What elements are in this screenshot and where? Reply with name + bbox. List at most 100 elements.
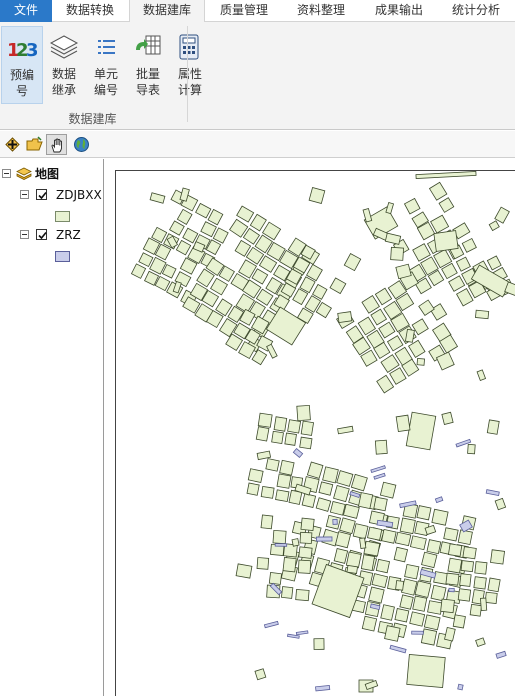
collapse-toggle[interactable] — [2, 169, 11, 178]
building-polygon[interactable] — [370, 465, 386, 473]
open-folder-button[interactable] — [24, 134, 45, 155]
parcel-polygon[interactable] — [428, 181, 448, 201]
parcel-polygon[interactable] — [360, 554, 376, 572]
parcel-polygon[interactable] — [337, 425, 354, 435]
parcel-polygon[interactable] — [276, 473, 292, 489]
tab-materials[interactable]: 资料整理 — [284, 0, 358, 22]
building-polygon[interactable] — [332, 518, 338, 525]
parcel-polygon[interactable] — [444, 626, 456, 642]
parcel-polygon[interactable] — [176, 208, 193, 225]
parcel-polygon[interactable] — [361, 615, 378, 632]
parcel-polygon[interactable] — [333, 548, 349, 564]
parcel-polygon[interactable] — [429, 303, 448, 321]
parcel-polygon[interactable] — [265, 458, 280, 472]
unit-number-button[interactable]: 单元 编号 — [85, 26, 127, 104]
building-polygon[interactable] — [373, 472, 386, 480]
building-polygon[interactable] — [295, 630, 309, 636]
parcel-polygon[interactable] — [433, 230, 459, 252]
parcel-polygon[interactable] — [275, 489, 290, 503]
parcel-polygon[interactable] — [416, 505, 432, 521]
building-polygon[interactable] — [389, 644, 407, 654]
parcel-polygon[interactable] — [242, 227, 261, 245]
map-canvas[interactable] — [116, 171, 515, 696]
tab-database-build[interactable]: 数据建库 — [129, 0, 205, 23]
parcel-polygon[interactable] — [445, 572, 460, 586]
parcel-polygon[interactable] — [299, 531, 313, 544]
parcel-polygon[interactable] — [212, 227, 229, 244]
parcel-polygon[interactable] — [130, 263, 147, 279]
parcel-polygon[interactable] — [405, 411, 437, 451]
parcel-polygon[interactable] — [461, 237, 477, 253]
parcel-polygon[interactable] — [358, 492, 374, 510]
building-polygon[interactable] — [411, 630, 424, 635]
data-inherit-button[interactable]: 数据 继承 — [43, 26, 85, 104]
parcel-polygon[interactable] — [271, 430, 284, 444]
attribute-calc-button[interactable]: 属性 计算 — [169, 26, 211, 104]
parcel-polygon[interactable] — [418, 299, 435, 316]
parcel-polygon[interactable] — [426, 539, 442, 555]
parcel-polygon[interactable] — [409, 535, 427, 551]
tab-file[interactable]: 文件 — [0, 0, 52, 22]
parcel-polygon[interactable] — [411, 318, 429, 336]
parcel-polygon[interactable] — [371, 573, 388, 589]
parcel-polygon[interactable] — [399, 594, 414, 610]
parcel-polygon[interactable] — [440, 598, 455, 614]
building-polygon[interactable] — [315, 684, 331, 692]
parcel-polygon[interactable] — [404, 563, 420, 580]
parcel-polygon[interactable] — [363, 540, 381, 557]
tab-data-conversion[interactable]: 数据转换 — [55, 0, 125, 22]
parcel-polygon[interactable] — [260, 514, 274, 530]
parcel-polygon[interactable] — [279, 459, 295, 476]
parcel-polygon[interactable] — [380, 604, 395, 621]
parcel-polygon[interactable] — [342, 503, 360, 519]
collapse-toggle[interactable] — [20, 190, 29, 199]
parcel-polygon[interactable] — [329, 500, 346, 516]
layer-symbol-swatch[interactable] — [55, 251, 70, 262]
parcel-polygon[interactable] — [394, 531, 412, 547]
parcel-polygon[interactable] — [260, 485, 275, 499]
parcel-polygon[interactable] — [375, 558, 391, 574]
parcel-polygon[interactable] — [207, 208, 224, 226]
parcel-polygon[interactable] — [378, 321, 396, 339]
globe-button[interactable] — [71, 134, 92, 155]
parcel-polygon[interactable] — [367, 526, 383, 541]
batch-import-button[interactable]: 批量 导表 — [127, 26, 169, 104]
parcel-polygon[interactable] — [475, 637, 486, 648]
parcel-polygon[interactable] — [291, 538, 300, 547]
parcel-polygon[interactable] — [284, 432, 297, 446]
parcel-polygon[interactable] — [447, 543, 463, 557]
parcel-polygon[interactable] — [395, 580, 405, 591]
parcel-polygon[interactable] — [350, 473, 368, 492]
parcel-polygon[interactable] — [412, 595, 428, 612]
pre-number-button[interactable]: 1 2 3 预编 号 — [1, 26, 43, 104]
parcel-polygon[interactable] — [281, 586, 294, 599]
parcel-polygon[interactable] — [476, 369, 487, 382]
tab-statistics[interactable]: 统计分析 — [440, 0, 512, 22]
parcel-polygon[interactable] — [138, 252, 154, 268]
parcel-polygon[interactable] — [474, 561, 488, 575]
parcel-polygon[interactable] — [447, 557, 463, 574]
parcel-polygon[interactable] — [386, 335, 404, 352]
map-data-frame[interactable] — [115, 170, 515, 696]
map-view[interactable] — [105, 159, 515, 696]
collapse-toggle[interactable] — [20, 230, 29, 239]
parcel-polygon[interactable] — [376, 374, 395, 394]
parcel-polygon[interactable] — [462, 546, 477, 560]
parcel-polygon[interactable] — [427, 600, 443, 615]
add-data-button[interactable] — [2, 134, 23, 155]
parcel-polygon[interactable] — [431, 508, 449, 526]
parcel-polygon[interactable] — [460, 560, 474, 573]
parcel-polygon[interactable] — [268, 572, 283, 585]
parcel-polygon[interactable] — [247, 468, 264, 483]
parcel-polygon[interactable] — [357, 316, 376, 336]
parcel-polygon[interactable] — [256, 557, 270, 570]
parcel-polygon[interactable] — [441, 411, 454, 426]
parcel-polygon[interactable] — [266, 343, 278, 359]
parcel-polygon[interactable] — [379, 481, 397, 499]
parcel-polygon[interactable] — [409, 611, 426, 627]
building-polygon[interactable] — [274, 543, 288, 547]
parcel-polygon[interactable] — [336, 470, 354, 487]
parcel-polygon[interactable] — [218, 317, 238, 338]
parcel-polygon[interactable] — [346, 564, 359, 574]
parcel-polygon[interactable] — [257, 412, 273, 428]
